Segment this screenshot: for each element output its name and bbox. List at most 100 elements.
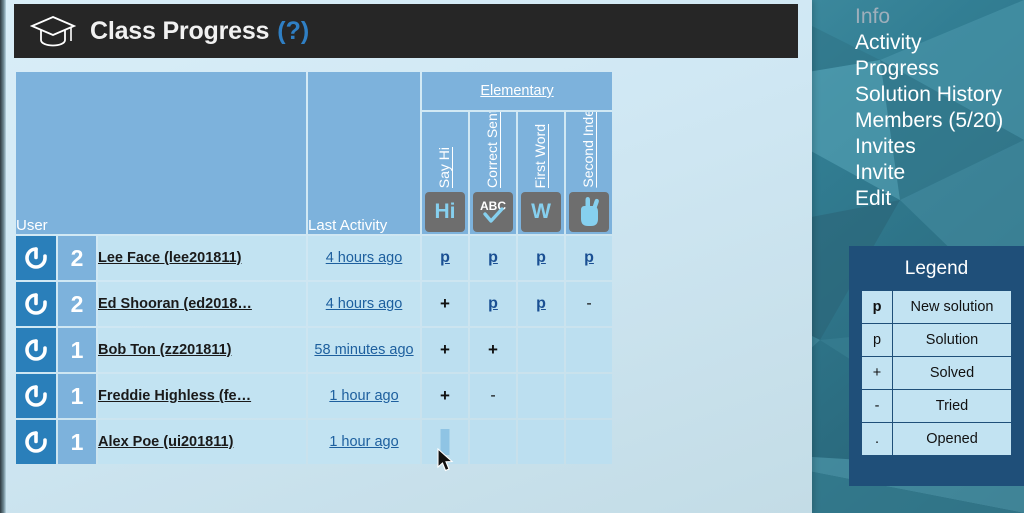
status-cell[interactable]: - [566,282,612,326]
task-column-3: Second Index [566,112,612,234]
abc-check-tile-icon[interactable]: ABC [473,192,513,232]
task-link-0[interactable]: Say Hi [436,147,452,188]
last-activity-cell: 4 hours ago [308,236,420,280]
user-count-cell: 1 [58,374,96,418]
status-cell[interactable] [566,374,612,418]
sidebar-item-edit[interactable]: Edit [855,186,1024,212]
task-label-wrap: Second Index [566,112,612,188]
left-edge-strip [0,0,6,513]
hi-tile-icon[interactable]: Hi [425,192,465,232]
status-cell[interactable]: p [566,236,612,280]
status-cell[interactable]: p [470,236,516,280]
sidebar-item-info[interactable]: Info [855,4,1024,30]
help-link[interactable]: (?) [277,17,309,46]
status-cell[interactable]: + [422,282,468,326]
status-cell[interactable] [566,420,612,464]
legend-row: + Solved [861,356,1012,390]
legend-table: p New solution p Solution + Solved - Tried. Open… [861,290,1012,456]
status-solution-link[interactable]: p [536,295,546,312]
status-solution-link[interactable]: p [536,249,546,266]
status-solution-link[interactable]: p [440,249,450,266]
hand-two-fingers-icon[interactable] [569,192,609,232]
task-group-table: Elementary Say Hi Hi Correct Sentence ABC Fi… [420,70,614,236]
user-name-link[interactable]: Bob Ton (zz201811) [98,342,231,358]
user-name-link[interactable]: Ed Shooran (ed2018… [98,296,252,312]
power-refresh-icon[interactable] [16,236,56,280]
power-refresh-glyph [25,431,47,453]
status-cell[interactable]: p [470,282,516,326]
w-letter-tile-icon[interactable]: W [521,192,561,232]
power-refresh-icon[interactable] [16,328,56,372]
power-refresh-glyph [25,339,47,361]
status-cell[interactable] [566,328,612,372]
task-label-wrap: First Word [518,112,564,188]
page-title: Class Progress [90,16,270,45]
group-link-elementary[interactable]: Elementary [480,83,553,99]
task-column-row: Say Hi Hi Correct Sentence ABC First Word W Se… [422,112,612,234]
status-cell[interactable] [518,374,564,418]
last-activity-cell: 4 hours ago [308,282,420,326]
legend-meaning: Solved [892,356,1012,390]
task-label-wrap: Say Hi [422,112,468,188]
status-symbol: + [440,386,450,405]
last-activity-link[interactable]: 1 hour ago [329,434,398,450]
user-name-cell: Bob Ton (zz201811) [98,328,306,372]
task-group-header: Elementary [422,72,612,110]
user-name-cell: Freddie Highless (fe… [98,374,306,418]
last-activity-link[interactable]: 4 hours ago [326,250,403,266]
status-cell[interactable]: - [470,374,516,418]
table-row: 1 Bob Ton (zz201811) 58 minutes ago + + [16,328,612,372]
status-cell[interactable]: p [518,282,564,326]
status-cell[interactable] [518,420,564,464]
status-solution-link[interactable]: p [488,295,498,312]
table-row: 2 Lee Face (lee201811) 4 hours ago p p p p [16,236,612,280]
power-refresh-icon[interactable] [16,420,56,464]
legend-row: . Opened [861,422,1012,456]
legend-symbol: p [861,290,893,324]
table-row: 1 Freddie Highless (fe… 1 hour ago + - [16,374,612,418]
sidebar-item-solution-history[interactable]: Solution History [855,82,1024,108]
legend-row: p Solution [861,323,1012,357]
status-symbol: + [440,340,450,359]
legend-meaning: New solution [892,290,1012,324]
sidebar-item-invites[interactable]: Invites [855,134,1024,160]
last-activity-link[interactable]: 4 hours ago [326,296,403,312]
task-link-3[interactable]: Second Index [580,112,596,188]
legend-row: p New solution [861,290,1012,324]
status-cell[interactable]: p [422,236,468,280]
legend-meaning: Opened [892,422,1012,456]
legend-meaning: Solution [892,323,1012,357]
user-name-link[interactable]: Alex Poe (ui201811) [98,434,233,450]
user-name-cell: Alex Poe (ui201811) [98,420,306,464]
sidebar-item-activity[interactable]: Activity [855,30,1024,56]
user-action-cell [16,236,56,280]
status-cell[interactable]: + [422,328,468,372]
user-name-link[interactable]: Lee Face (lee201811) [98,250,242,266]
power-refresh-icon[interactable] [16,374,56,418]
table-row: 2 Ed Shooran (ed2018… 4 hours ago + p p - [16,282,612,326]
status-cell[interactable] [470,420,516,464]
status-cell[interactable] [422,420,468,464]
abc-check-glyph: ABC [480,199,506,223]
sidebar-item-invite[interactable]: Invite [855,160,1024,186]
status-solution-link[interactable]: p [488,249,498,266]
user-action-cell [16,420,56,464]
status-cell[interactable]: p [518,236,564,280]
user-count-cell: 1 [58,420,96,464]
task-link-1[interactable]: Correct Sentence [484,112,500,188]
status-cell[interactable]: + [422,374,468,418]
last-activity-link[interactable]: 58 minutes ago [314,342,413,358]
legend-row: - Tried [861,389,1012,423]
sidebar-item-progress[interactable]: Progress [855,56,1024,82]
user-name-link[interactable]: Freddie Highless (fe… [98,388,251,404]
status-solution-link[interactable]: p [584,249,594,266]
sidebar-item-members-5-20[interactable]: Members (5/20) [855,108,1024,134]
status-cell[interactable]: + [470,328,516,372]
task-link-2[interactable]: First Word [532,124,548,188]
power-refresh-icon[interactable] [16,282,56,326]
user-action-cell [16,282,56,326]
task-column-1: Correct Sentence ABC [470,112,516,234]
status-cell[interactable] [518,328,564,372]
last-activity-link[interactable]: 1 hour ago [329,388,398,404]
task-label-wrap: Correct Sentence [470,112,516,188]
